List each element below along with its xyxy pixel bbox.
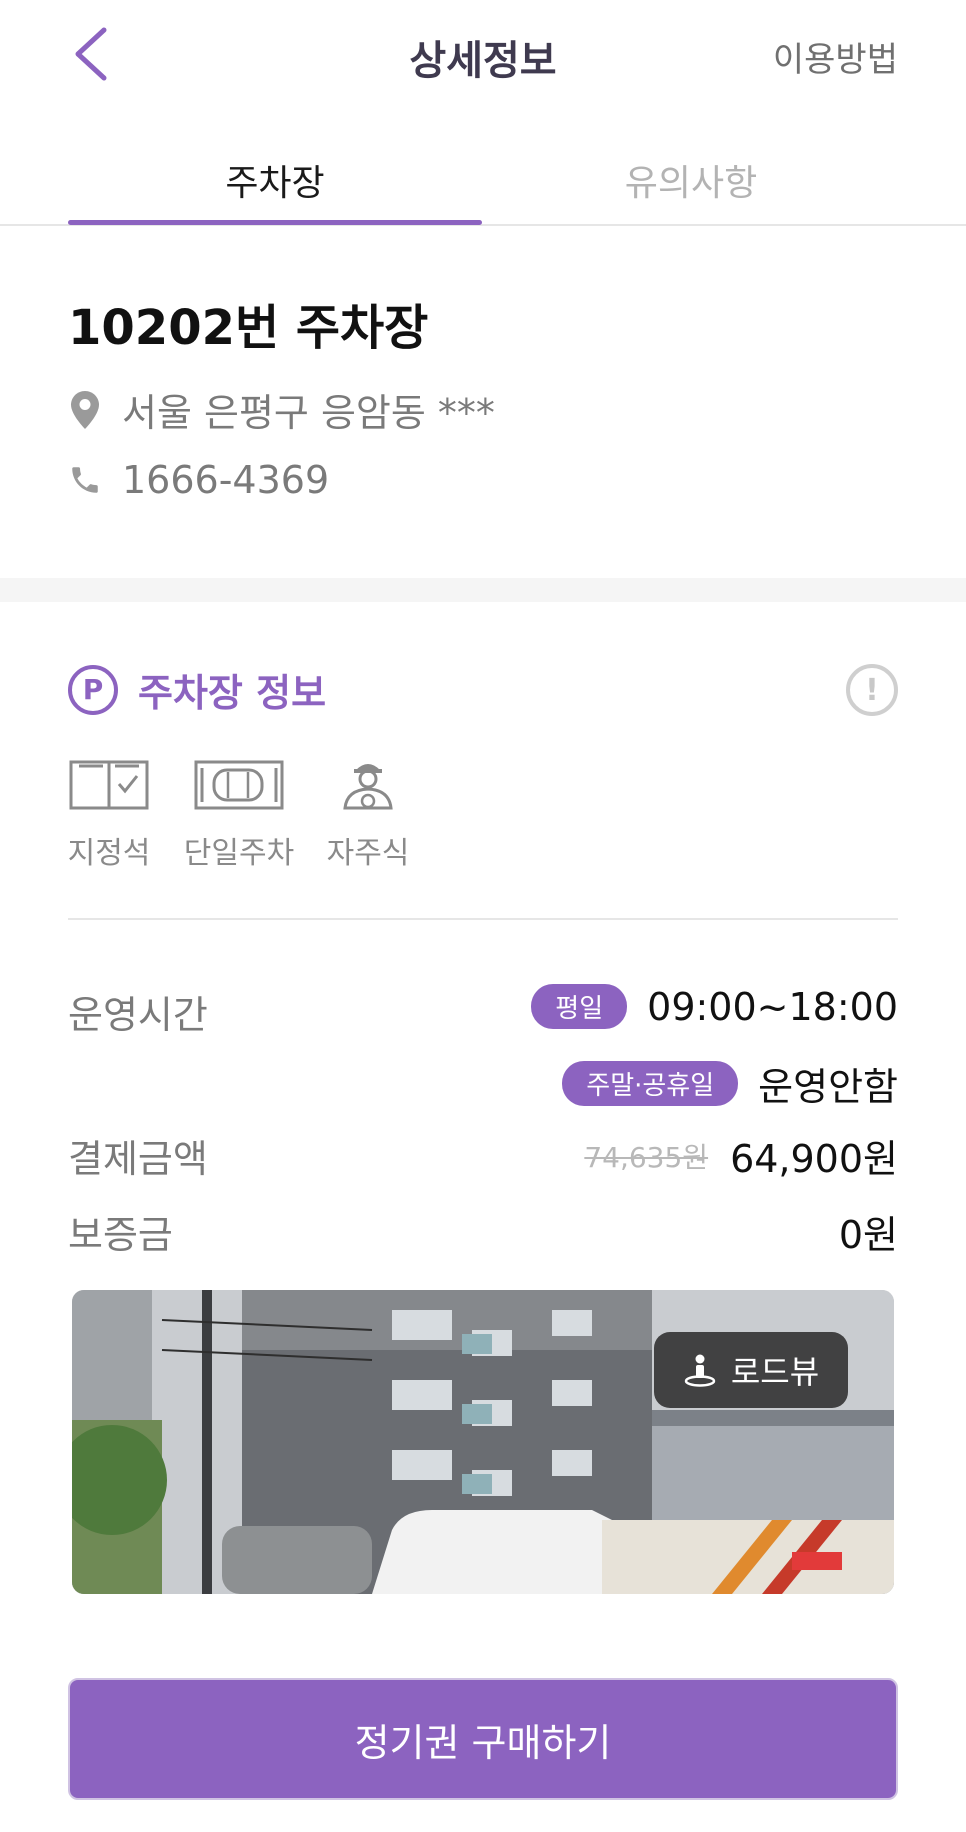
original-price: 74,635원 [584, 1140, 709, 1174]
single-parking-icon [194, 752, 284, 810]
roadview-button[interactable]: 로드뷰 [654, 1332, 848, 1408]
deposit-amount: 0원 [838, 1213, 898, 1257]
feature-label: 자주식 [326, 836, 410, 871]
weekday-hours-row: 평일 09:00~18:00 [531, 984, 898, 1029]
tab-bar: 주차장 유의사항 [0, 130, 966, 226]
deposit-row: 0원 [839, 1204, 898, 1259]
parking-info-title: 주차장 정보 [138, 671, 327, 715]
feature-reserved-spot: 지정석 [68, 752, 150, 872]
address-text: 서울 은평구 응암동 *** [122, 391, 495, 435]
street-view-person-icon [683, 1353, 717, 1387]
discounted-price: 64,900원 [730, 1137, 898, 1181]
feature-label: 단일주차 [183, 836, 295, 871]
phone-row[interactable]: 1666-4369 [68, 458, 329, 502]
feature-single-parking: 단일주차 [184, 752, 294, 872]
buy-season-pass-button[interactable]: 정기권 구매하기 [68, 1678, 898, 1800]
weekend-hours: 운영안함 [758, 1065, 898, 1109]
weekend-holiday-badge: 주말·공휴일 [562, 1061, 739, 1106]
info-divider [68, 918, 898, 920]
parking-p-icon: P [68, 664, 118, 715]
deposit-label: 보증금 [68, 1213, 173, 1257]
payment-amount-label: 결제금액 [68, 1137, 208, 1181]
active-tab-indicator [68, 220, 482, 225]
location-pin-icon [68, 390, 102, 430]
parking-lot-photo: 로드뷰 [72, 1290, 894, 1594]
app-header: 상세정보 이용방법 [0, 0, 966, 110]
operating-hours-label: 운영시간 [68, 993, 208, 1037]
address-row: 서울 은평구 응암동 *** [68, 382, 495, 437]
payment-amount-row: 74,635원 64,900원 [584, 1128, 898, 1183]
weekday-badge: 평일 [531, 984, 628, 1029]
self-parking-person-icon [339, 752, 397, 810]
parking-info-header: P 주차장 정보 [68, 662, 326, 717]
feature-self-parking: 자주식 [326, 752, 410, 872]
phone-icon [68, 460, 102, 500]
roadview-label: 로드뷰 [730, 1353, 820, 1391]
weekday-hours: 09:00~18:00 [647, 984, 898, 1029]
feature-label: 지정석 [67, 836, 151, 871]
phone-number[interactable]: 1666-4369 [122, 458, 329, 502]
info-alert-icon[interactable]: ! [846, 664, 898, 716]
weekend-hours-row: 주말·공휴일 운영안함 [562, 1056, 898, 1111]
parking-lot-name: 10202번 주차장 [68, 300, 429, 356]
tab-precautions[interactable]: 유의사항 [484, 154, 898, 206]
reserved-spot-icon [69, 752, 149, 810]
tab-parking-lot[interactable]: 주차장 [68, 154, 482, 206]
section-divider [0, 578, 966, 602]
how-to-use-link[interactable]: 이용방법 [773, 32, 898, 81]
